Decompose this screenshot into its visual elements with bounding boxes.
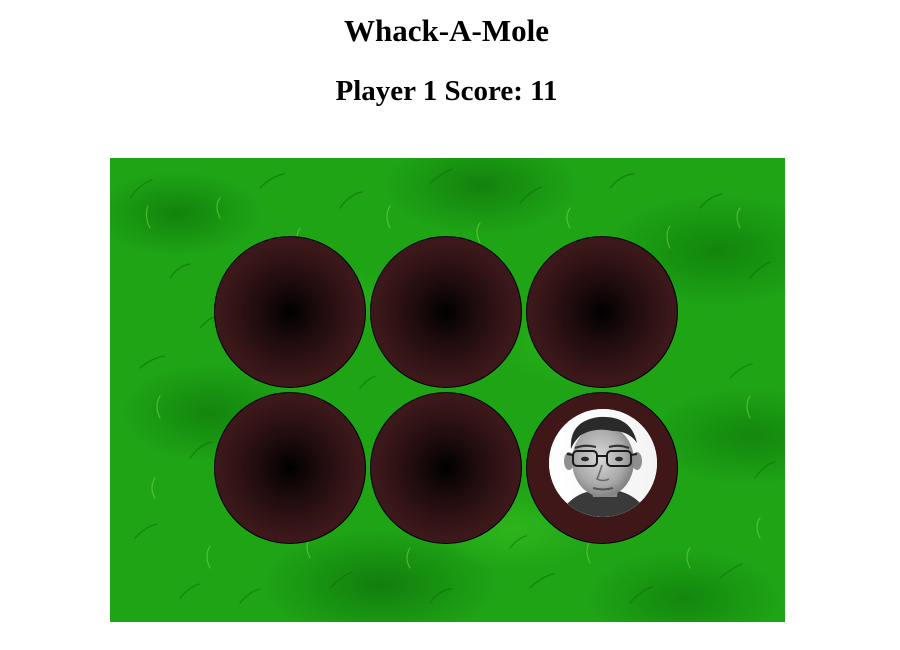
mole-target[interactable] [549, 409, 657, 517]
mole-hole-1[interactable] [214, 236, 366, 388]
mole-hole-4[interactable] [214, 392, 366, 544]
mole-hole-2[interactable] [370, 236, 522, 388]
mole-hole-5[interactable] [370, 392, 522, 544]
mole-hole-3[interactable] [526, 236, 678, 388]
player-score: Player 1 Score: 11 [335, 75, 558, 107]
face-photo-icon [549, 409, 657, 517]
grass-texture [129, 168, 776, 604]
game-title: Whack-A-Mole [344, 13, 549, 48]
mole-hole-6[interactable] [526, 392, 678, 544]
game-board [110, 158, 785, 622]
